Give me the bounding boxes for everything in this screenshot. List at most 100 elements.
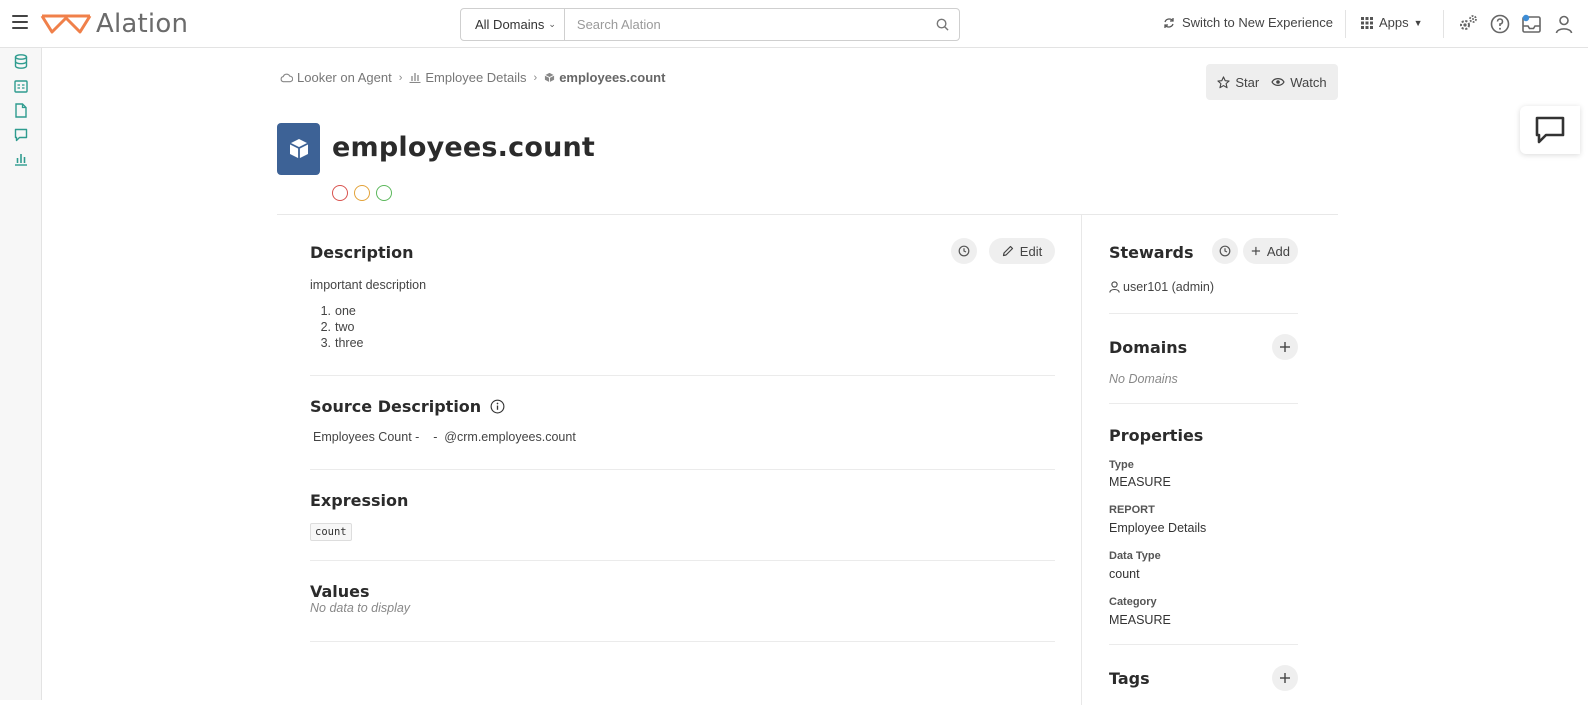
star-watch-group: Star Watch <box>1206 64 1338 100</box>
watch-label: Watch <box>1290 74 1327 90</box>
object-type-icon <box>277 123 320 175</box>
chat-bubble-icon <box>1535 116 1565 144</box>
document-icon[interactable] <box>12 102 29 119</box>
breadcrumb: Looker on Agent › Employee Details › emp… <box>280 70 665 85</box>
steward-user[interactable]: user101 (admin) <box>1109 280 1214 294</box>
breadcrumb-label: Looker on Agent <box>297 70 392 85</box>
chevron-right-icon: › <box>533 71 538 84</box>
chat-widget-button[interactable] <box>1520 106 1580 154</box>
alation-logo-mark-icon <box>40 14 92 34</box>
global-search: All Domains ⌄ <box>460 8 960 41</box>
apps-grid-icon <box>1361 16 1373 29</box>
user-profile-icon[interactable] <box>1552 12 1576 36</box>
apps-menu[interactable]: Apps ▼ <box>1361 15 1423 30</box>
warning-flag[interactable] <box>354 185 370 201</box>
description-title: Description <box>310 243 414 262</box>
add-tag-button[interactable] <box>1272 665 1298 691</box>
section-divider <box>310 375 1055 376</box>
cloud-icon <box>280 73 293 82</box>
tags-title: Tags <box>1109 669 1150 688</box>
switch-experience-link[interactable]: Switch to New Experience <box>1163 15 1333 30</box>
domains-title: Domains <box>1109 338 1188 357</box>
catalog-card-icon[interactable] <box>12 78 29 95</box>
topbar-divider <box>1443 10 1444 38</box>
info-icon[interactable] <box>490 399 505 414</box>
apps-label: Apps <box>1379 15 1409 30</box>
values-empty: No data to display <box>310 601 411 615</box>
switch-experience-label: Switch to New Experience <box>1182 15 1334 30</box>
left-rail <box>0 48 42 700</box>
cube-icon <box>544 72 555 83</box>
expression-title: Expression <box>310 491 409 510</box>
breadcrumb-item-report[interactable]: Employee Details <box>409 70 527 85</box>
section-divider <box>310 641 1055 642</box>
edit-label: Edit <box>1019 243 1043 259</box>
user-icon <box>1109 281 1120 293</box>
cube-icon <box>289 139 308 159</box>
plus-icon <box>1280 673 1290 683</box>
logo-text: Alation <box>96 9 189 39</box>
section-divider <box>1109 313 1298 314</box>
pencil-icon <box>1002 245 1013 257</box>
domain-select-label: All Domains <box>475 17 545 32</box>
history-icon[interactable] <box>951 238 977 264</box>
star-button[interactable]: Star <box>1217 75 1259 90</box>
star-label: Star <box>1235 74 1260 90</box>
bar-chart-icon <box>409 73 421 83</box>
caret-down-icon: ▼ <box>1413 17 1423 28</box>
breadcrumb-item-current: employees.count <box>544 70 665 85</box>
list-item: 3. three <box>320 336 364 350</box>
steward-name: user101 (admin) <box>1123 280 1215 294</box>
hamburger-menu-icon[interactable] <box>12 15 28 29</box>
conversation-icon[interactable] <box>12 126 29 143</box>
property-label: Type <box>1109 459 1134 471</box>
header-divider <box>277 214 1338 215</box>
expression-code: count <box>310 523 352 541</box>
trust-flags <box>332 185 398 201</box>
add-domain-button[interactable] <box>1272 334 1298 360</box>
settings-gears-icon[interactable] <box>1456 12 1480 36</box>
section-divider <box>1109 644 1298 645</box>
main-content: Looker on Agent › Employee Details › emp… <box>42 48 1588 705</box>
chevron-down-icon: ⌄ <box>548 19 556 29</box>
database-icon[interactable] <box>12 53 29 70</box>
search-input[interactable] <box>564 17 925 32</box>
section-divider <box>310 469 1055 470</box>
search-icon[interactable] <box>925 9 959 40</box>
edit-description-button[interactable]: Edit <box>989 238 1055 264</box>
star-icon <box>1217 75 1231 88</box>
column-divider <box>1081 215 1082 705</box>
domain-select[interactable]: All Domains ⌄ <box>461 9 565 40</box>
eye-icon <box>1271 78 1285 86</box>
add-steward-button[interactable]: Add <box>1243 238 1298 264</box>
deprecation-flag[interactable] <box>332 185 348 201</box>
domains-empty: No Domains <box>1109 372 1178 386</box>
bar-chart-icon[interactable] <box>12 150 29 167</box>
plus-icon <box>1251 246 1261 256</box>
source-description-text: Employees Count - - @crm.employees.count <box>313 430 576 444</box>
source-description-title: Source Description <box>310 397 505 416</box>
property-label: Data Type <box>1109 550 1161 562</box>
property-value: Employee Details <box>1109 521 1207 535</box>
description-text: important description <box>310 278 427 292</box>
properties-title: Properties <box>1109 426 1204 445</box>
refresh-icon <box>1164 17 1174 28</box>
values-title: Values <box>310 582 370 601</box>
section-divider <box>1109 403 1298 404</box>
topbar-divider <box>1345 10 1346 38</box>
alation-logo[interactable]: Alation <box>40 9 188 39</box>
history-icon[interactable] <box>1212 238 1238 264</box>
list-item: 1. one <box>320 304 356 318</box>
help-icon[interactable] <box>1488 12 1512 36</box>
stewards-title: Stewards <box>1109 243 1194 262</box>
section-divider <box>310 560 1055 561</box>
endorsement-flag[interactable] <box>376 185 392 201</box>
description-list: 1. one 2. two 3. three <box>319 303 364 351</box>
property-value: MEASURE <box>1109 613 1171 627</box>
breadcrumb-label: employees.count <box>559 70 666 85</box>
inbox-icon[interactable] <box>1520 12 1544 36</box>
breadcrumb-item-looker[interactable]: Looker on Agent <box>280 70 392 85</box>
plus-icon <box>1280 342 1290 352</box>
watch-button[interactable]: Watch <box>1271 74 1327 90</box>
list-item: 2. two <box>320 320 355 334</box>
